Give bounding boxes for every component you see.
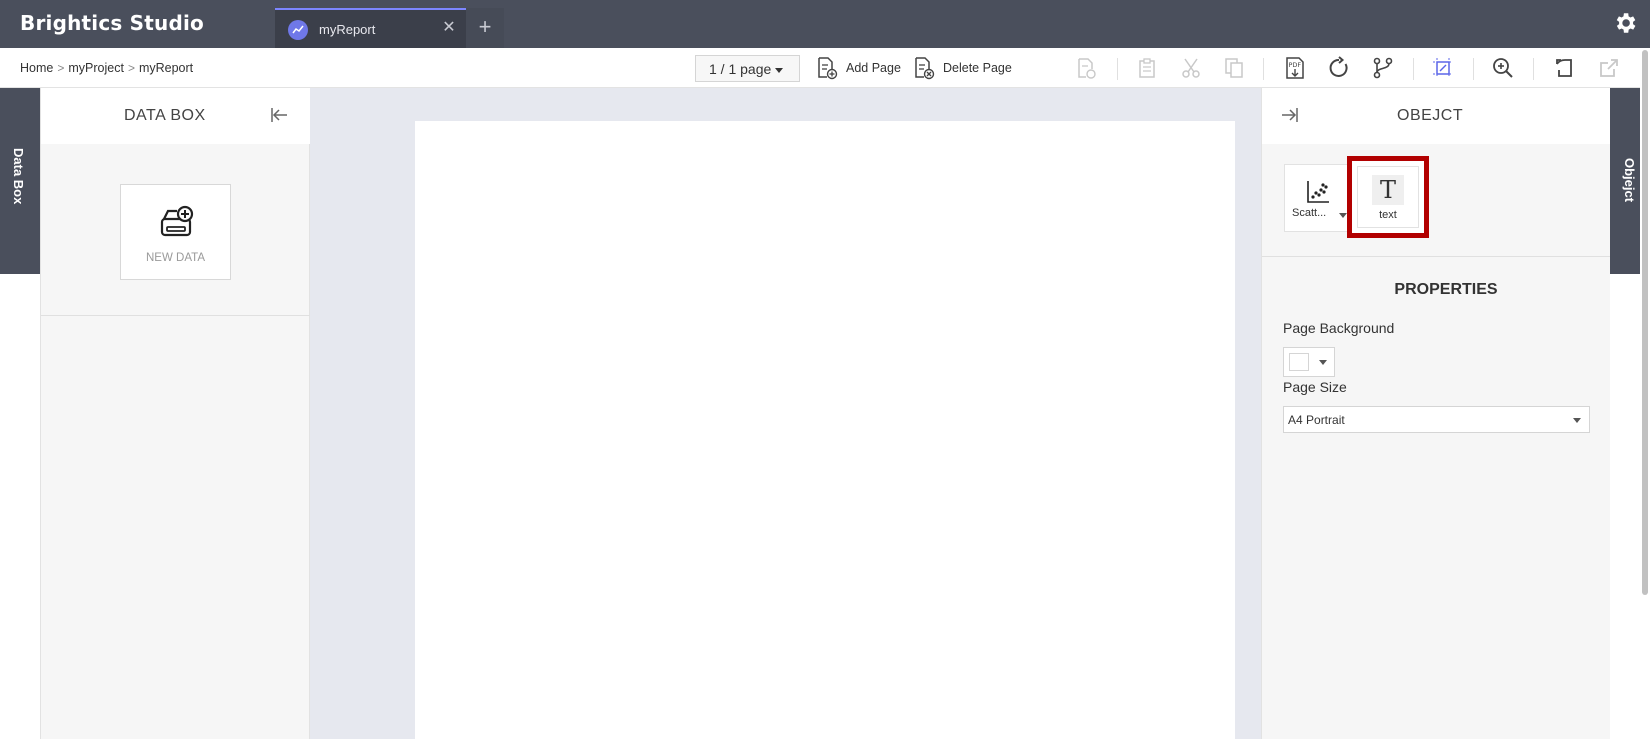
scatter-chart-label: Scatt... — [1292, 207, 1327, 219]
data-box-header: DATA BOX — [41, 88, 310, 144]
toolbar-divider — [1413, 58, 1414, 80]
toolbar-divider — [1117, 58, 1118, 80]
fit-to-grid-icon[interactable] — [1431, 56, 1455, 80]
page-background-label: Page Background — [1283, 320, 1395, 336]
caret-down-icon — [1573, 418, 1581, 423]
data-box-panel: DATA BOX NEW DATA — [40, 88, 310, 739]
top-bar: Brightics Studio myReport ✕ + — [0, 0, 1650, 48]
collapse-right-icon[interactable] — [1280, 105, 1300, 125]
add-tab-button[interactable]: + — [466, 8, 504, 48]
toolbar-divider — [1263, 58, 1264, 80]
text-tile-label: text — [1379, 209, 1397, 221]
zoom-in-icon[interactable] — [1491, 56, 1515, 80]
breadcrumb-home[interactable]: Home — [20, 61, 53, 75]
object-panel: OBEJCT Scatt... T text PROPERTIES Page B… — [1261, 88, 1610, 739]
delete-page-label: Delete Page — [943, 61, 1012, 75]
gear-icon[interactable] — [1612, 10, 1638, 36]
collapse-left-icon[interactable] — [269, 105, 289, 125]
scatter-chart-tile[interactable]: Scatt... — [1284, 164, 1350, 232]
breadcrumb: Home > myProject > myReport — [20, 61, 193, 75]
scatter-chart-icon — [1307, 181, 1329, 203]
divider — [41, 315, 310, 316]
caret-down-icon[interactable] — [1339, 213, 1347, 218]
scrollbar-thumb[interactable] — [1642, 50, 1648, 595]
object-side-tab-label: Objejct — [1622, 158, 1637, 203]
paste-icon[interactable] — [1135, 56, 1159, 80]
page-selector-label: 1 / 1 page — [709, 61, 772, 77]
caret-down-icon — [1319, 360, 1327, 365]
copy-icon[interactable] — [1222, 56, 1246, 80]
undo-icon[interactable] — [1552, 56, 1576, 80]
text-tile[interactable]: T text — [1357, 166, 1419, 228]
pdf-export-icon[interactable]: PDF — [1283, 56, 1307, 80]
text-tile-highlight: T text — [1347, 156, 1429, 238]
vertical-scrollbar[interactable] — [1640, 48, 1650, 739]
page-settings-icon[interactable] — [1074, 56, 1098, 80]
data-box-title: DATA BOX — [124, 107, 206, 124]
breadcrumb-report[interactable]: myReport — [139, 61, 193, 75]
page-size-label: Page Size — [1283, 379, 1347, 395]
report-page[interactable] — [415, 121, 1235, 739]
toolbar-divider — [1533, 58, 1534, 80]
page-selector[interactable]: 1 / 1 page — [695, 55, 800, 82]
chevron-right-icon: > — [127, 61, 135, 75]
caret-down-icon — [775, 67, 784, 73]
add-page-icon — [818, 57, 838, 80]
report-canvas — [310, 88, 1261, 739]
add-page-label: Add Page — [846, 61, 901, 75]
close-icon[interactable]: ✕ — [440, 19, 458, 37]
tab-label: myReport — [319, 22, 376, 37]
page-background-picker[interactable] — [1283, 347, 1335, 377]
add-page-button[interactable]: Add Page — [816, 55, 901, 81]
toolbar-divider — [1473, 58, 1474, 80]
refresh-icon[interactable] — [1327, 56, 1351, 80]
object-header: OBEJCT — [1262, 88, 1610, 144]
page-size-value: A4 Portrait — [1288, 413, 1345, 427]
delete-page-button[interactable]: Delete Page — [913, 55, 1012, 81]
chevron-right-icon: > — [57, 61, 65, 75]
cut-icon[interactable] — [1179, 56, 1203, 80]
svg-text:PDF: PDF — [1289, 61, 1302, 69]
color-swatch — [1289, 353, 1309, 371]
text-icon: T — [1372, 175, 1404, 205]
page-size-select[interactable]: A4 Portrait — [1283, 406, 1590, 433]
delete-page-icon — [915, 57, 935, 80]
object-tiles: Scatt... T text — [1262, 144, 1610, 257]
new-data-label: NEW DATA — [146, 252, 205, 264]
branch-icon[interactable] — [1371, 56, 1395, 80]
database-add-icon — [160, 205, 194, 237]
toolbar: Home > myProject > myReport 1 / 1 page A… — [0, 48, 1640, 88]
object-title: OBEJCT — [1397, 107, 1464, 124]
share-icon[interactable] — [1597, 56, 1621, 80]
tab-myreport[interactable]: myReport ✕ — [275, 8, 466, 48]
data-box-side-tab[interactable]: Data Box — [0, 88, 40, 274]
breadcrumb-project[interactable]: myProject — [68, 61, 124, 75]
new-data-button[interactable]: NEW DATA — [120, 184, 231, 280]
app-brand: Brightics Studio — [20, 11, 204, 35]
properties-title: PROPERTIES — [1394, 281, 1498, 298]
line-chart-icon — [288, 20, 308, 40]
data-box-side-tab-label: Data Box — [11, 148, 26, 205]
